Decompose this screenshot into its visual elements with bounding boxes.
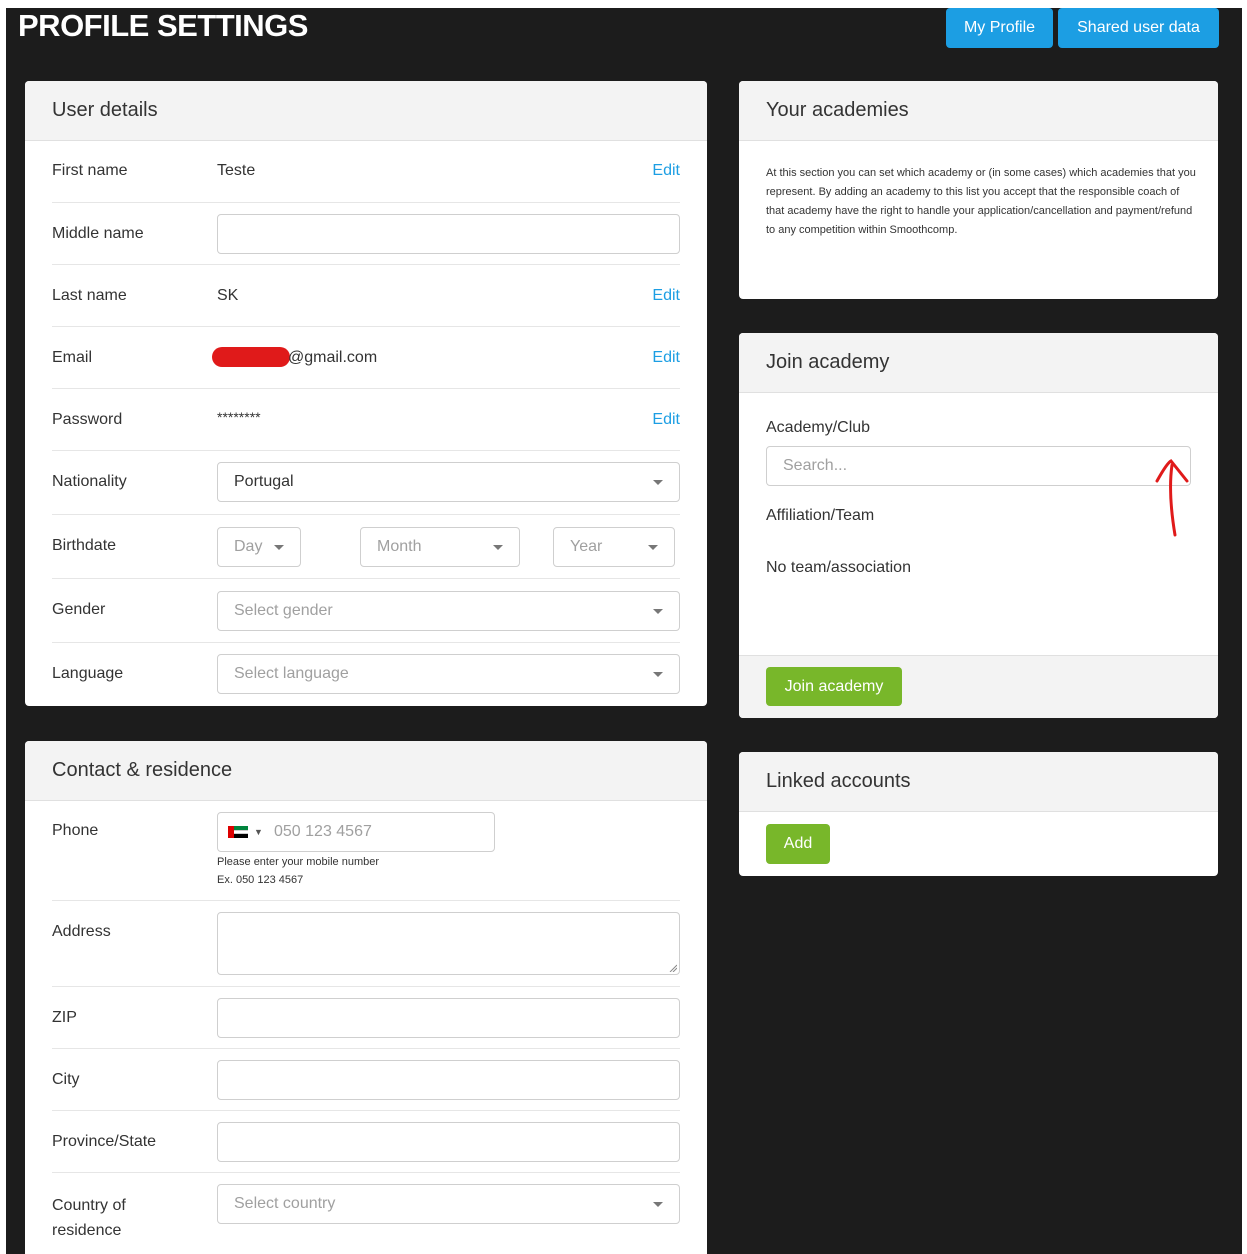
last-name-edit-link[interactable]: Edit bbox=[652, 287, 680, 305]
uae-flag-icon[interactable] bbox=[228, 826, 248, 838]
phone-input[interactable]: ▼ 050 123 4567 bbox=[217, 812, 495, 852]
join-academy-title: Join academy bbox=[739, 333, 1218, 393]
affiliation-team-label: Affiliation/Team bbox=[766, 507, 875, 524]
language-row: Language Select language bbox=[52, 643, 680, 706]
country-label-line2: residence bbox=[52, 1222, 122, 1239]
phone-row: Phone ▼ 050 123 4567 Please enter your m… bbox=[52, 801, 680, 901]
email-row: Email @gmail.com Edit bbox=[52, 327, 680, 389]
zip-label: ZIP bbox=[52, 1009, 77, 1026]
academies-panel: Your academies At this section you can s… bbox=[739, 81, 1218, 299]
province-input[interactable] bbox=[217, 1122, 680, 1162]
language-placeholder: Select language bbox=[234, 665, 349, 682]
email-label: Email bbox=[52, 349, 93, 366]
email-edit-link[interactable]: Edit bbox=[652, 349, 680, 367]
city-input[interactable] bbox=[217, 1060, 680, 1100]
middle-name-input[interactable] bbox=[217, 214, 680, 254]
red-arrow-annotation-icon bbox=[1155, 459, 1189, 537]
chevron-down-icon bbox=[274, 545, 284, 550]
country-label: Country of residence bbox=[52, 1193, 126, 1243]
birthdate-row: Birthdate Day Month Year bbox=[52, 515, 680, 579]
year-placeholder: Year bbox=[570, 538, 603, 555]
chevron-down-icon bbox=[653, 1202, 663, 1207]
address-label: Address bbox=[52, 923, 111, 940]
birthdate-year-select[interactable]: Year bbox=[553, 527, 675, 567]
birthdate-label: Birthdate bbox=[52, 537, 117, 554]
password-edit-link[interactable]: Edit bbox=[652, 411, 680, 429]
middle-name-row: Middle name bbox=[52, 203, 680, 265]
last-name-value: SK bbox=[217, 287, 239, 304]
birthdate-day-select[interactable]: Day bbox=[217, 527, 301, 567]
last-name-label: Last name bbox=[52, 287, 127, 304]
chevron-down-icon bbox=[653, 480, 663, 485]
first-name-value: Teste bbox=[217, 162, 256, 179]
redaction-mark bbox=[212, 347, 290, 367]
first-name-label: First name bbox=[52, 162, 128, 179]
gender-select[interactable]: Select gender bbox=[217, 591, 680, 631]
language-label: Language bbox=[52, 665, 124, 682]
chevron-down-icon bbox=[653, 672, 663, 677]
first-name-row: First name Teste Edit bbox=[52, 141, 680, 203]
add-linked-account-button[interactable]: Add bbox=[766, 824, 830, 864]
my-profile-button[interactable]: My Profile bbox=[946, 8, 1053, 48]
country-row: Country of residence Select country bbox=[52, 1173, 680, 1253]
address-row: Address bbox=[52, 901, 680, 987]
nationality-label: Nationality bbox=[52, 473, 127, 490]
middle-name-label: Middle name bbox=[52, 225, 144, 242]
phone-hint: Please enter your mobile number bbox=[217, 856, 380, 868]
country-select[interactable]: Select country bbox=[217, 1184, 680, 1224]
phone-placeholder: 050 123 4567 bbox=[274, 823, 372, 840]
nationality-row: Nationality Portugal bbox=[52, 451, 680, 515]
search-placeholder: Search... bbox=[783, 457, 848, 474]
contact-title: Contact & residence bbox=[25, 741, 707, 801]
city-row: City bbox=[52, 1049, 680, 1111]
dropdown-arrow-icon[interactable]: ▼ bbox=[254, 813, 263, 851]
join-academy-button[interactable]: Join academy bbox=[766, 667, 902, 706]
chevron-down-icon bbox=[653, 609, 663, 614]
academy-search-input[interactable]: Search... bbox=[766, 446, 1191, 486]
resize-handle-icon[interactable] bbox=[669, 964, 677, 972]
month-placeholder: Month bbox=[377, 538, 422, 555]
first-name-edit-link[interactable]: Edit bbox=[652, 162, 680, 180]
province-row: Province/State bbox=[52, 1111, 680, 1173]
shared-user-data-button[interactable]: Shared user data bbox=[1058, 8, 1219, 48]
linked-accounts-title: Linked accounts bbox=[739, 752, 1218, 812]
province-label: Province/State bbox=[52, 1133, 157, 1150]
email-value: @gmail.com bbox=[288, 349, 378, 366]
chevron-down-icon bbox=[493, 545, 503, 550]
academies-description: At this section you can set which academ… bbox=[766, 167, 1196, 236]
nationality-selected-value: Portugal bbox=[234, 473, 294, 490]
country-placeholder: Select country bbox=[234, 1195, 336, 1212]
nationality-select[interactable]: Portugal bbox=[217, 462, 680, 502]
password-row: Password ******** Edit bbox=[52, 389, 680, 451]
join-academy-panel: Join academy Academy/Club Search... Affi… bbox=[739, 333, 1218, 718]
country-label-line1: Country of bbox=[52, 1197, 126, 1214]
gender-placeholder: Select gender bbox=[234, 602, 333, 619]
page-title: PROFILE SETTINGS bbox=[18, 8, 308, 43]
birthdate-month-select[interactable]: Month bbox=[360, 527, 520, 567]
zip-row: ZIP bbox=[52, 987, 680, 1049]
password-value: ******** bbox=[217, 409, 261, 425]
chevron-down-icon bbox=[648, 545, 658, 550]
language-select[interactable]: Select language bbox=[217, 654, 680, 694]
day-placeholder: Day bbox=[234, 538, 263, 555]
phone-example: Ex. 050 123 4567 bbox=[217, 874, 304, 886]
academies-title: Your academies bbox=[739, 81, 1218, 141]
affiliation-team-value: No team/association bbox=[766, 559, 911, 576]
last-name-row: Last name SK Edit bbox=[52, 265, 680, 327]
user-details-title: User details bbox=[25, 81, 707, 141]
gender-label: Gender bbox=[52, 601, 106, 618]
phone-label: Phone bbox=[52, 822, 99, 839]
user-details-panel: User details First name Teste Edit Middl… bbox=[25, 81, 707, 706]
zip-input[interactable] bbox=[217, 998, 680, 1038]
password-label: Password bbox=[52, 411, 123, 428]
gender-row: Gender Select gender bbox=[52, 579, 680, 643]
linked-accounts-panel: Linked accounts Add bbox=[739, 752, 1218, 876]
contact-panel: Contact & residence Phone ▼ 050 123 4567… bbox=[25, 741, 707, 1254]
academy-club-label: Academy/Club bbox=[766, 419, 871, 436]
address-textarea[interactable] bbox=[217, 912, 680, 975]
city-label: City bbox=[52, 1071, 80, 1088]
